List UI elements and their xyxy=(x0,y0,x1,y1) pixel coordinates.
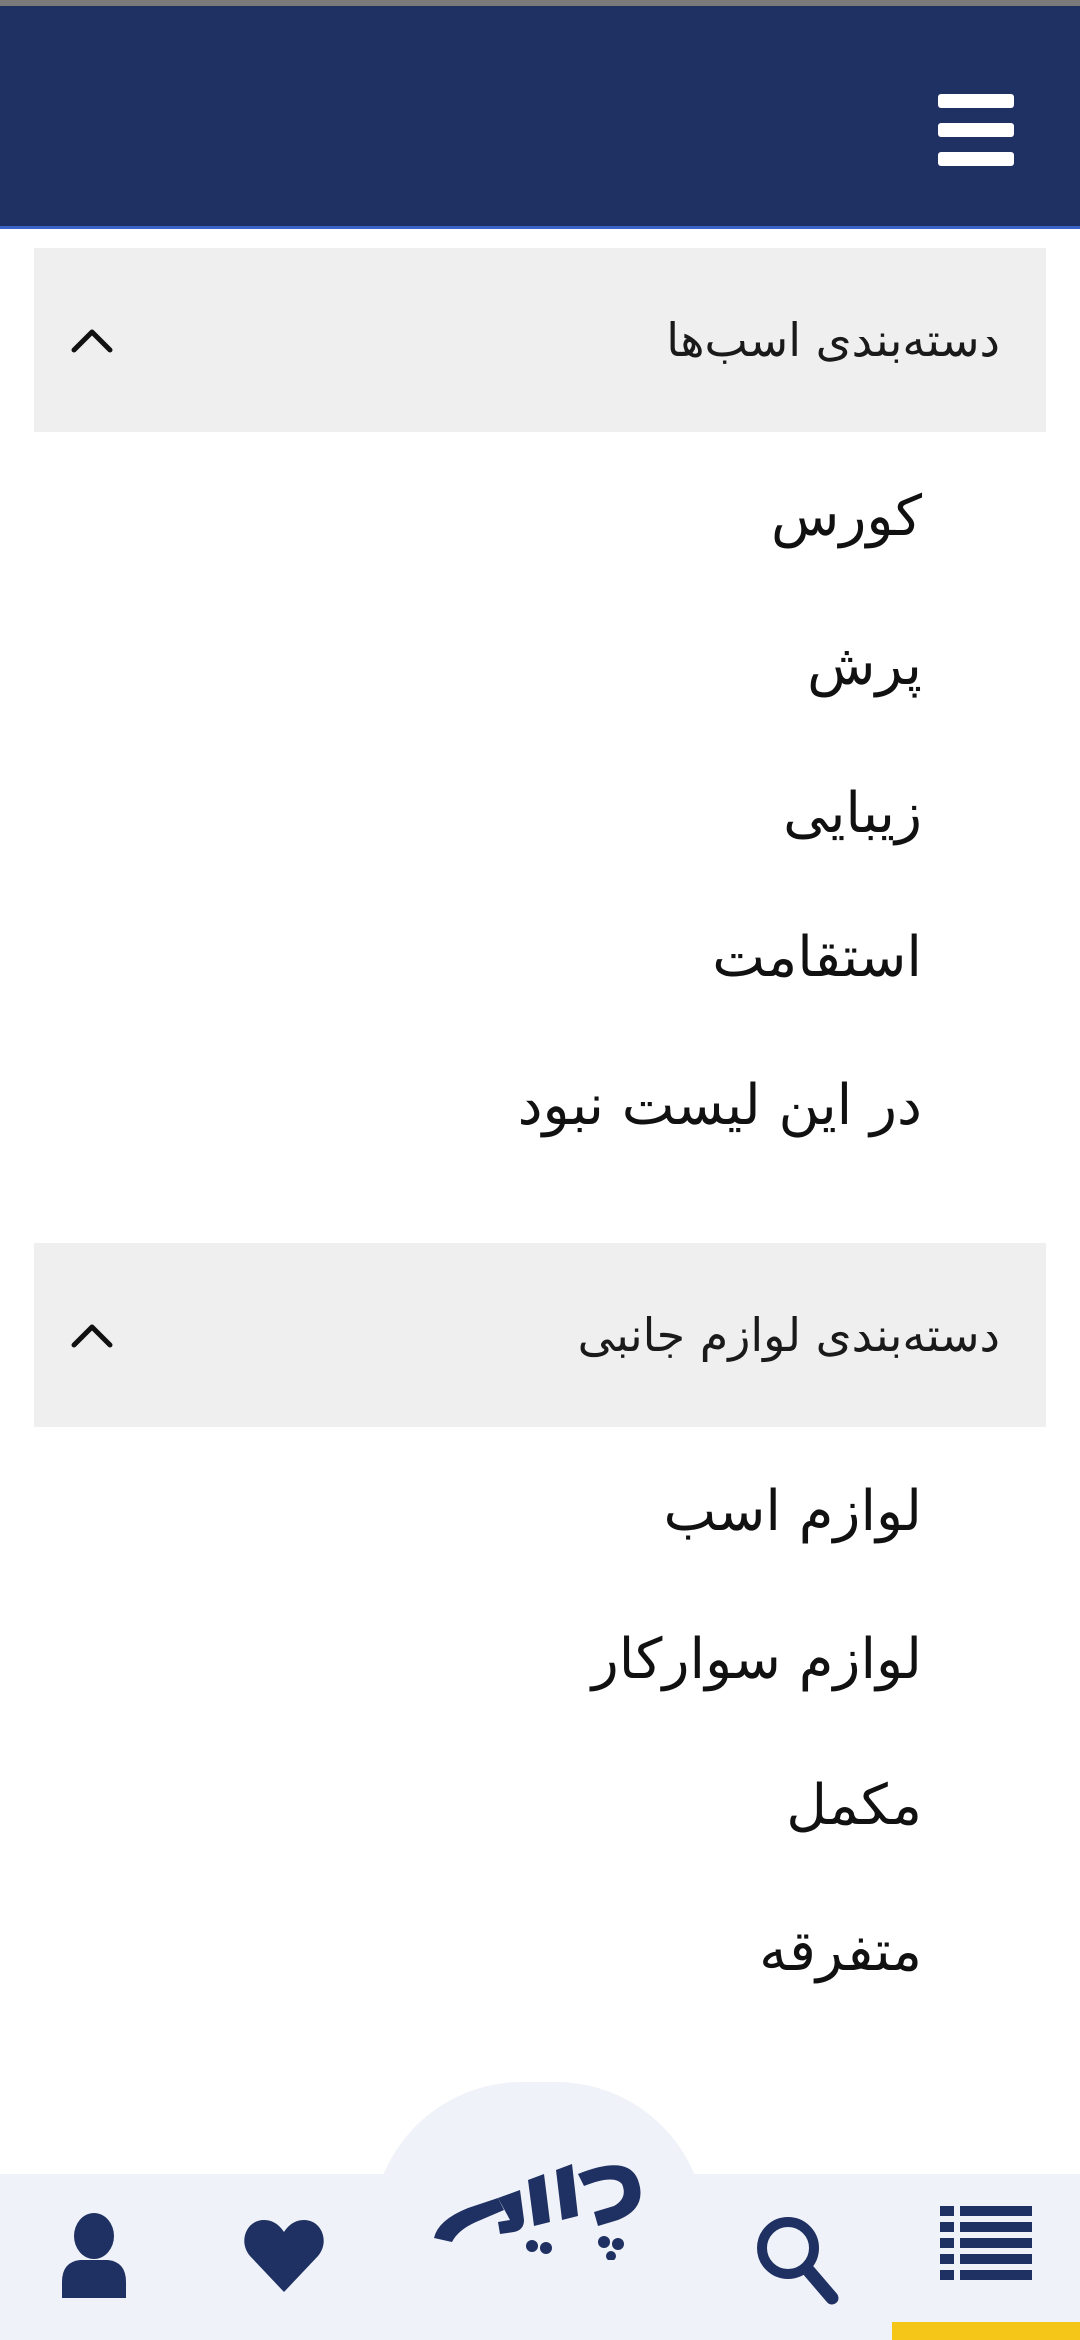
section-header-horses[interactable]: دسته‌بندی اسب‌ها xyxy=(34,248,1046,432)
hamburger-menu-icon[interactable] xyxy=(938,94,1014,166)
category-item-beauty[interactable]: زیبایی xyxy=(783,764,922,864)
category-item-misc[interactable]: متفرقه xyxy=(759,1902,922,2002)
search-icon[interactable] xyxy=(754,2214,840,2306)
active-tab-indicator xyxy=(892,2322,1080,2340)
section-title: دسته‌بندی لوازم جانبی xyxy=(577,1308,1000,1362)
section-header-accessories[interactable]: دسته‌بندی لوازم جانبی xyxy=(34,1243,1046,1427)
category-item-race[interactable]: کورس xyxy=(771,467,922,567)
top-bar xyxy=(0,6,1080,229)
heart-icon[interactable] xyxy=(242,2218,326,2294)
category-item-supplement[interactable]: مکمل xyxy=(786,1756,922,1856)
category-item-horse-gear[interactable]: لوازم اسب xyxy=(663,1462,922,1562)
chevron-up-icon xyxy=(71,1324,113,1348)
user-icon[interactable] xyxy=(58,2212,130,2300)
list-icon[interactable] xyxy=(940,2204,1032,2284)
category-item-rider-gear[interactable]: لوازم سوارکار xyxy=(592,1610,922,1710)
section-title: دسته‌بندی اسب‌ها xyxy=(666,313,1000,367)
category-item-jump[interactable]: پرش xyxy=(807,616,922,716)
category-item-not-listed[interactable]: در این لیست نبود xyxy=(518,1056,922,1156)
chapar-logo[interactable] xyxy=(428,2150,652,2260)
category-item-endurance[interactable]: استقامت xyxy=(712,908,922,1008)
chevron-up-icon xyxy=(71,329,113,353)
